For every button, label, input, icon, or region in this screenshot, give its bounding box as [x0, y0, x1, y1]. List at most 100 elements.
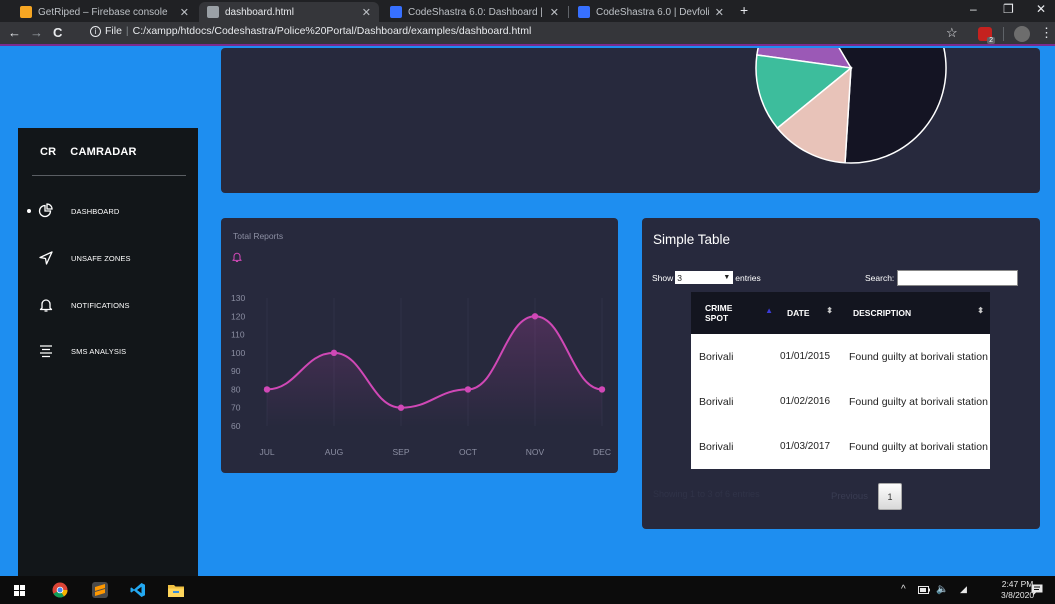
sidebar-item-unsafe-zones[interactable]: UNSAFE ZONES — [18, 247, 198, 269]
total-reports-card: Total Reports 60 70 80 90 100 110 120 130 JUL AUG… — [221, 218, 618, 473]
restore-icon[interactable]: ❐ — [1003, 2, 1014, 16]
tab-title: CodeShastra 6.0 | Devfolio — [596, 6, 709, 18]
browser-toolbar: ← → C i File | C:/xampp/htdocs/Codeshastra/… — [0, 22, 1055, 46]
clock-time: 2:47 PM — [1001, 579, 1034, 589]
file-explorer-icon[interactable] — [168, 583, 184, 597]
page-button-1[interactable]: 1 — [877, 483, 902, 510]
firebase-icon — [20, 6, 32, 18]
x-tick-label: AUG — [325, 447, 343, 457]
browser-tab-firebase[interactable]: GetRiped – Firebase console ✕ — [12, 2, 197, 22]
table-header-row: CRIME SPOT ▲ DATE ⬍ DESCRIPTION ⬍ — [691, 292, 990, 334]
pie-chart-icon — [38, 203, 53, 218]
cell-date: 01/02/2016 — [779, 379, 839, 424]
browser-tab-codeshastra-devfolio[interactable]: CodeShastra 6.0 | Devfolio ✕ — [570, 2, 732, 22]
sublime-text-icon[interactable] — [92, 582, 108, 598]
forward-icon[interactable]: → — [30, 25, 43, 40]
toolbar-separator — [1003, 27, 1004, 41]
x-tick-label: NOV — [526, 447, 545, 457]
x-tick-label: DEC — [593, 447, 611, 457]
tab-separator — [568, 6, 569, 18]
show-hidden-icons-icon[interactable]: ^ — [901, 584, 906, 595]
url-text: C:/xampp/htdocs/Codeshastra/Police%20Por… — [132, 25, 532, 37]
clock[interactable]: 2:47 PM 3/8/2020 — [1001, 579, 1034, 601]
close-tab-icon[interactable]: ✕ — [550, 6, 559, 19]
close-tab-icon[interactable]: ✕ — [180, 6, 189, 19]
search-input[interactable] — [897, 270, 1019, 286]
info-icon[interactable]: i — [90, 26, 101, 37]
minimize-icon[interactable]: – — [970, 2, 977, 16]
bell-icon — [39, 299, 53, 312]
data-point[interactable] — [263, 386, 271, 393]
brand[interactable]: CR CAMRADAR — [40, 146, 137, 158]
back-icon[interactable]: ← — [8, 25, 21, 40]
column-header-label: DATE — [787, 308, 810, 318]
tab-title: dashboard.html — [225, 6, 294, 18]
windows-taskbar: ^ 🔈 ◢ 2:47 PM 3/8/2020 — [0, 576, 1055, 604]
column-header-description[interactable]: DESCRIPTION ⬍ — [839, 292, 990, 334]
cell-crime-spot: Borivali — [691, 379, 779, 424]
table-info: Showing 1 to 3 of 6 entries — [653, 489, 760, 499]
search-label: Search: — [865, 273, 895, 283]
pie-chart-card — [221, 48, 1040, 193]
column-header-label: DESCRIPTION — [853, 308, 912, 318]
y-tick-label: 120 — [231, 311, 245, 321]
column-header-label: CRIME SPOT — [705, 303, 733, 323]
sort-icon: ⬍ — [977, 306, 984, 315]
close-tab-icon[interactable]: ✕ — [715, 6, 724, 19]
sidebar-item-sms-analysis[interactable]: SMS ANALYSIS — [18, 340, 198, 362]
reload-icon[interactable]: C — [53, 25, 62, 40]
wifi-icon[interactable]: ◢ — [960, 584, 967, 595]
show-label: Show — [652, 272, 674, 283]
column-header-crime-spot[interactable]: CRIME SPOT ▲ — [691, 292, 779, 334]
previous-button[interactable]: Previous — [831, 491, 868, 502]
column-header-date[interactable]: DATE ⬍ — [779, 292, 839, 334]
ublock-extension-icon[interactable]: 2 — [978, 27, 995, 44]
table-row: Borivali 01/03/2017 Found guilty at bori… — [691, 424, 990, 469]
data-point[interactable] — [464, 386, 472, 393]
sidebar-item-dashboard[interactable]: DASHBOARD — [18, 200, 198, 222]
table-row: Borivali 01/02/2016 Found guilty at bori… — [691, 379, 990, 424]
browser-tab-dashboard[interactable]: dashboard.html ✕ — [199, 2, 379, 22]
simple-table-card: Simple Table Show 3 ▼ entries Search: CR… — [642, 218, 1040, 529]
brand-mini: CR — [40, 146, 57, 158]
dashboard-page: CR CAMRADAR DASHBOARD UNSAFE ZONES NOTIFI… — [0, 48, 1055, 576]
cell-description: Found guilty at borivali station — [839, 334, 990, 379]
pagination: Previous 1 — [831, 483, 902, 510]
cell-date: 01/03/2017 — [779, 424, 839, 469]
cell-description: Found guilty at borivali station — [839, 424, 990, 469]
clock-date: 3/8/2020 — [1001, 590, 1035, 600]
action-center-icon[interactable] — [1031, 584, 1043, 596]
address-bar[interactable]: i File | C:/xampp/htdocs/Codeshastra/Police… — [90, 25, 531, 37]
table-title: Simple Table — [653, 232, 731, 247]
volume-icon[interactable]: 🔈 — [936, 584, 948, 595]
chrome-icon[interactable] — [52, 582, 68, 598]
sidebar-item-label: NOTIFICATIONS — [71, 300, 130, 310]
browser-tab-strip: GetRiped – Firebase console ✕ dashboard.… — [0, 0, 1055, 22]
profile-avatar[interactable] — [1014, 26, 1030, 42]
file-icon — [207, 6, 219, 18]
align-lines-icon — [40, 345, 52, 358]
close-window-icon[interactable]: ✕ — [1036, 2, 1046, 16]
data-point[interactable] — [397, 404, 405, 411]
new-tab-button[interactable]: + — [740, 2, 748, 18]
table-search: Search: — [865, 270, 1019, 286]
close-tab-icon[interactable]: ✕ — [362, 6, 371, 19]
line-area-fill — [267, 316, 602, 426]
bookmark-star-icon[interactable]: ☆ — [946, 25, 958, 41]
data-point[interactable] — [531, 313, 539, 320]
crime-table: CRIME SPOT ▲ DATE ⬍ DESCRIPTION ⬍ Boriva… — [691, 292, 990, 469]
table-row: Borivali 01/01/2015 Found guilty at bori… — [691, 334, 990, 379]
windows-start-icon[interactable] — [14, 585, 25, 596]
sidebar-item-label: UNSAFE ZONES — [71, 253, 131, 263]
browser-menu-icon[interactable]: ⋮ — [1040, 25, 1053, 41]
sidebar-item-notifications[interactable]: NOTIFICATIONS — [18, 294, 198, 316]
x-tick-label: OCT — [459, 447, 477, 457]
sort-ascending-icon: ▲ — [765, 306, 773, 315]
battery-icon[interactable] — [918, 586, 930, 594]
vscode-icon[interactable] — [130, 582, 146, 598]
sidebar-divider — [32, 175, 186, 176]
entries-select[interactable]: 3 ▼ — [675, 271, 734, 284]
data-point[interactable] — [330, 349, 338, 357]
browser-tab-codeshastra-dashboard[interactable]: CodeShastra 6.0: Dashboard | De ✕ — [382, 2, 567, 22]
data-point[interactable] — [598, 386, 606, 393]
